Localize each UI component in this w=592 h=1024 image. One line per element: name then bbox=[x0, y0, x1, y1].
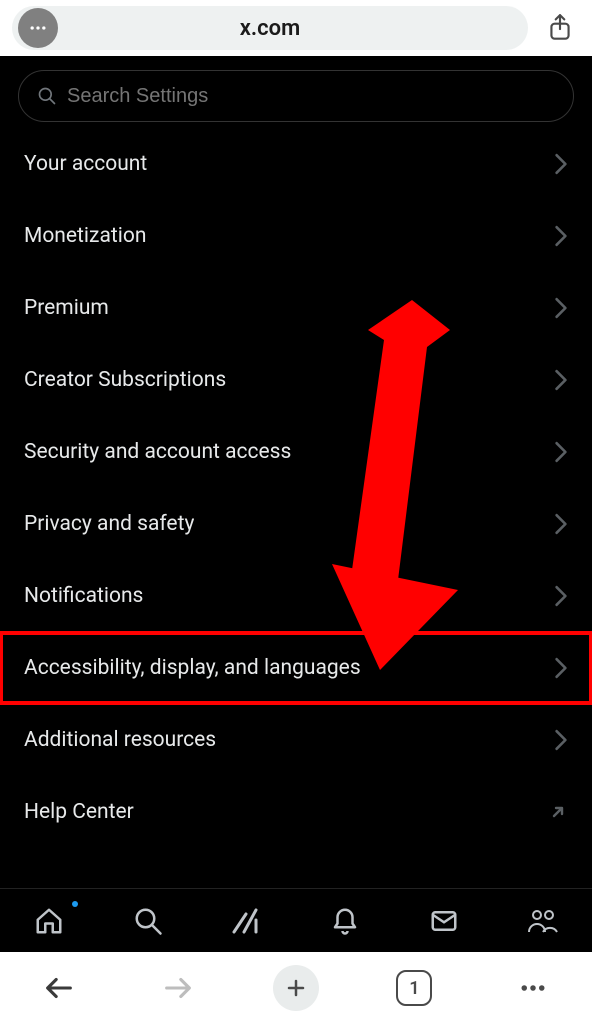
browser-back[interactable] bbox=[34, 963, 84, 1013]
settings-item-label: Monetization bbox=[24, 224, 146, 248]
settings-item[interactable]: Accessibility, display, and languages bbox=[3, 635, 589, 701]
browser-bottom-bar: 1 bbox=[0, 952, 592, 1024]
search-icon bbox=[37, 86, 57, 106]
mail-icon bbox=[429, 906, 459, 936]
chevron-right-icon bbox=[554, 369, 568, 391]
browser-tabs[interactable]: 1 bbox=[389, 963, 439, 1013]
tab-count: 1 bbox=[409, 978, 419, 999]
settings-item-label: Premium bbox=[24, 296, 109, 320]
settings-item[interactable]: Notifications bbox=[0, 560, 592, 632]
settings-item[interactable]: Help Center bbox=[0, 776, 592, 848]
chevron-right-icon bbox=[554, 585, 568, 607]
chevron-right-icon bbox=[554, 657, 568, 679]
chevron-right-icon bbox=[554, 441, 568, 463]
tabs-icon: 1 bbox=[396, 970, 432, 1006]
plus-icon bbox=[284, 976, 308, 1000]
notification-dot-icon bbox=[72, 901, 78, 907]
settings-item[interactable]: Privacy and safety bbox=[0, 488, 592, 560]
chevron-right-icon bbox=[554, 153, 568, 175]
chevron-right-icon bbox=[554, 225, 568, 247]
app-bottom-nav bbox=[0, 888, 592, 952]
chevron-right-icon bbox=[554, 297, 568, 319]
home-icon bbox=[34, 906, 64, 936]
page-menu-button[interactable] bbox=[18, 8, 58, 48]
more-horizontal-icon bbox=[28, 18, 48, 38]
nav-messages[interactable] bbox=[427, 904, 461, 938]
nav-communities[interactable] bbox=[526, 904, 560, 938]
browser-forward[interactable] bbox=[153, 963, 203, 1013]
settings-item[interactable]: Creator Subscriptions bbox=[0, 344, 592, 416]
chevron-right-icon bbox=[554, 513, 568, 535]
nav-notifications[interactable] bbox=[328, 904, 362, 938]
settings-item-label: Security and account access bbox=[24, 440, 291, 464]
settings-item[interactable]: Your account bbox=[0, 128, 592, 200]
search-settings-input[interactable] bbox=[67, 85, 555, 108]
settings-item-label: Your account bbox=[24, 152, 147, 176]
settings-item[interactable]: Security and account access bbox=[0, 416, 592, 488]
search-icon bbox=[133, 906, 163, 936]
arrow-right-icon bbox=[161, 971, 195, 1005]
browser-top-bar: x.com bbox=[0, 0, 592, 56]
url-bar[interactable]: x.com bbox=[12, 6, 528, 50]
people-icon bbox=[526, 906, 560, 936]
more-horizontal-icon bbox=[518, 973, 548, 1003]
settings-item-label: Accessibility, display, and languages bbox=[24, 656, 361, 680]
settings-list: Your account Monetization Premium Creator S… bbox=[0, 128, 592, 888]
settings-item-label: Additional resources bbox=[24, 728, 216, 752]
settings-item[interactable]: Monetization bbox=[0, 200, 592, 272]
chevron-right-icon bbox=[554, 729, 568, 751]
nav-home[interactable] bbox=[32, 904, 66, 938]
settings-item[interactable]: Premium bbox=[0, 272, 592, 344]
settings-item[interactable]: Additional resources bbox=[0, 704, 592, 776]
share-icon bbox=[547, 13, 573, 43]
search-settings[interactable] bbox=[18, 70, 574, 122]
settings-item-label: Creator Subscriptions bbox=[24, 368, 226, 392]
share-button[interactable] bbox=[540, 8, 580, 48]
settings-item-label: Privacy and safety bbox=[24, 512, 194, 536]
nav-grok[interactable] bbox=[230, 904, 264, 938]
arrow-left-icon bbox=[42, 971, 76, 1005]
external-link-icon bbox=[548, 802, 568, 822]
settings-page: Your account Monetization Premium Creator S… bbox=[0, 56, 592, 952]
settings-item-label: Notifications bbox=[24, 584, 143, 608]
url-text: x.com bbox=[240, 16, 300, 41]
settings-item-label: Help Center bbox=[24, 800, 134, 824]
nav-search[interactable] bbox=[131, 904, 165, 938]
grok-icon bbox=[230, 906, 264, 936]
bell-icon bbox=[330, 906, 360, 936]
browser-menu[interactable] bbox=[508, 963, 558, 1013]
browser-new-tab[interactable] bbox=[271, 963, 321, 1013]
